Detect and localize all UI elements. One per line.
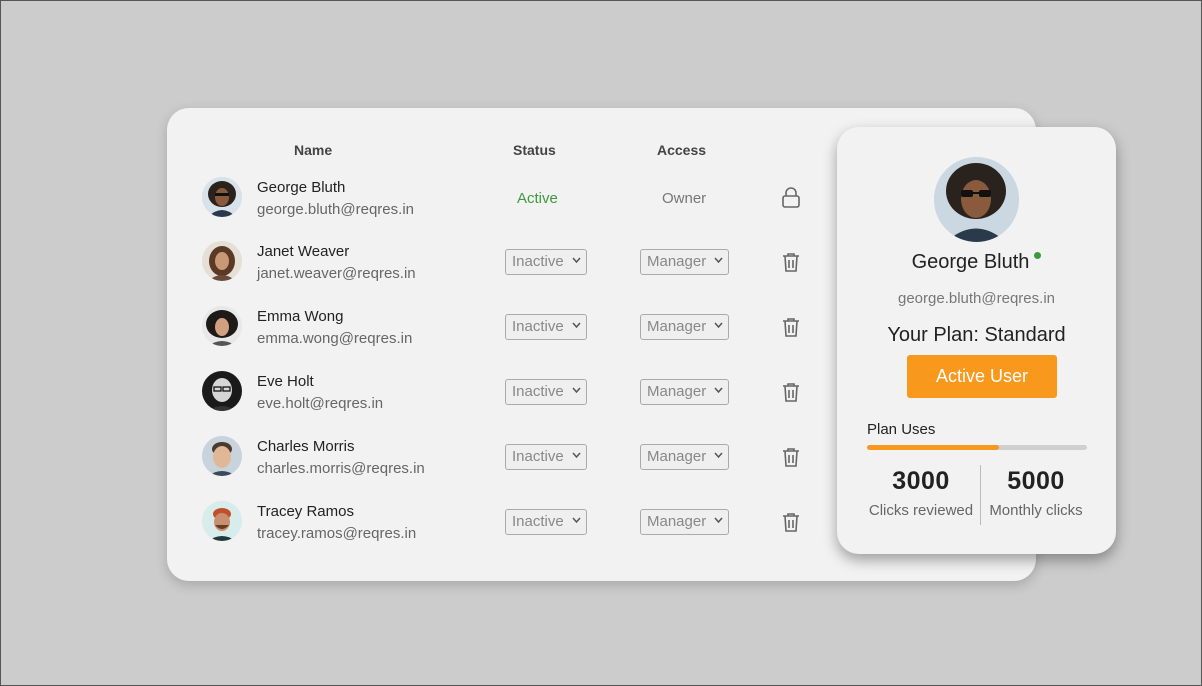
avatar: [202, 306, 242, 346]
profile-email: george.bluth@reqres.in: [898, 290, 1055, 307]
user-email: charles.morris@reqres.in: [257, 460, 425, 477]
user-name: Eve Holt: [257, 373, 314, 390]
plan-title: Your Plan: Standard: [887, 324, 1066, 346]
status-select[interactable]: Inactive: [505, 509, 587, 535]
status-select-value: Inactive: [512, 253, 564, 270]
chevron-down-icon: [572, 322, 581, 329]
user-email: eve.holt@reqres.in: [257, 395, 384, 412]
status-select[interactable]: Inactive: [505, 249, 587, 275]
access-select-value: Manager: [647, 448, 707, 465]
plan-uses-label: Plan Uses: [867, 421, 936, 438]
table-row: Tracey Ramos tracey.ramos@reqres.in Inac…: [167, 501, 827, 566]
chevron-down-icon: [714, 387, 723, 394]
access-select-value: Manager: [647, 318, 707, 335]
active-user-button[interactable]: Active User: [907, 355, 1057, 398]
stat-value: 3000: [892, 467, 950, 495]
user-name: Janet Weaver: [257, 243, 350, 260]
access-select[interactable]: Manager: [640, 509, 729, 535]
access-select[interactable]: Manager: [640, 379, 729, 405]
user-email: janet.weaver@reqres.in: [257, 265, 416, 282]
user-email: tracey.ramos@reqres.in: [257, 525, 417, 542]
access-select[interactable]: Manager: [640, 444, 729, 470]
table-row: George Bluth george.bluth@reqres.in Acti…: [167, 177, 827, 242]
user-email: george.bluth@reqres.in: [257, 201, 414, 218]
status-select-value: Inactive: [512, 318, 564, 335]
access-select-value: Manager: [647, 383, 707, 400]
avatar: [202, 177, 242, 217]
status-select-value: Inactive: [512, 448, 564, 465]
chevron-down-icon: [572, 257, 581, 264]
profile-name: George Bluth: [911, 251, 1030, 273]
user-name: George Bluth: [257, 179, 346, 196]
chevron-down-icon: [714, 257, 723, 264]
avatar: [202, 436, 242, 476]
trash-icon[interactable]: [781, 511, 801, 538]
chevron-down-icon: [572, 387, 581, 394]
status-select[interactable]: Inactive: [505, 379, 587, 405]
avatar: [202, 501, 242, 541]
column-header-access: Access: [657, 142, 707, 158]
chevron-down-icon: [714, 517, 723, 524]
access-select[interactable]: Manager: [640, 314, 729, 340]
user-name: Emma Wong: [257, 308, 344, 325]
column-header-name: Name: [294, 142, 333, 158]
access-select[interactable]: Manager: [640, 249, 729, 275]
stat-monthly-clicks: 5000 Monthly clicks: [976, 467, 1096, 519]
profile-avatar: [934, 157, 1019, 242]
user-email: emma.wong@reqres.in: [257, 330, 413, 347]
access-select-value: Manager: [647, 513, 707, 530]
stat-value: 5000: [1007, 467, 1065, 495]
avatar: [202, 371, 242, 411]
status-select[interactable]: Inactive: [505, 444, 587, 470]
trash-icon[interactable]: [781, 251, 801, 278]
profile-card: George Bluth george.bluth@reqres.in Your…: [837, 127, 1116, 554]
trash-icon[interactable]: [781, 316, 801, 343]
avatar: [202, 241, 242, 281]
plan-uses-progress: [867, 445, 1087, 450]
status-select-value: Inactive: [512, 383, 564, 400]
table-row: Eve Holt eve.holt@reqres.in Inactive Man…: [167, 371, 827, 436]
table-row: Charles Morris charles.morris@reqres.in …: [167, 436, 827, 501]
access-select-value: Manager: [647, 253, 707, 270]
stat-label: Clicks reviewed: [868, 502, 974, 519]
chevron-down-icon: [714, 322, 723, 329]
trash-icon[interactable]: [781, 381, 801, 408]
chevron-down-icon: [714, 452, 723, 459]
chevron-down-icon: [572, 517, 581, 524]
table-row: Janet Weaver janet.weaver@reqres.in Inac…: [167, 241, 827, 306]
online-status-dot: [1034, 252, 1041, 259]
user-name: Charles Morris: [257, 438, 355, 455]
status-select-value: Inactive: [512, 513, 564, 530]
lock-icon: [781, 187, 801, 214]
access-value: Owner: [662, 190, 707, 207]
chevron-down-icon: [572, 452, 581, 459]
table-row: Emma Wong emma.wong@reqres.in Inactive M…: [167, 306, 827, 371]
status-select[interactable]: Inactive: [505, 314, 587, 340]
stat-label: Monthly clicks: [989, 502, 1083, 519]
column-header-status: Status: [513, 142, 556, 158]
user-name: Tracey Ramos: [257, 503, 354, 520]
stat-clicks-reviewed: 3000 Clicks reviewed: [861, 467, 981, 519]
plan-uses-progress-fill: [867, 445, 999, 450]
trash-icon[interactable]: [781, 446, 801, 473]
status-value: Active: [517, 190, 558, 207]
